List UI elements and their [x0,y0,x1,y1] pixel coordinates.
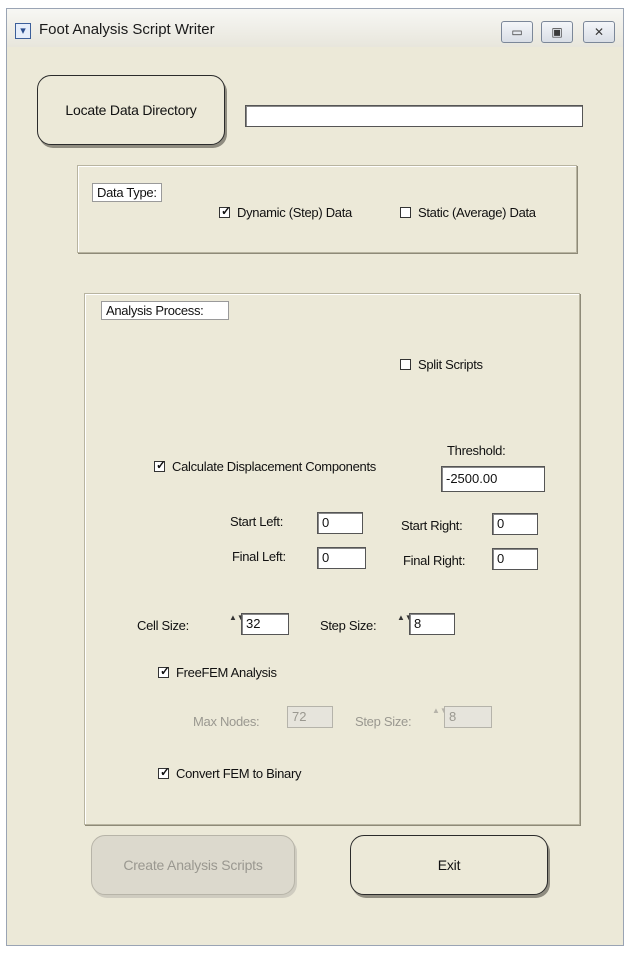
step-size-input[interactable]: 8 [409,613,455,635]
checkbox-box [400,359,411,370]
cell-size-spinner-icon[interactable]: ▲▼ [229,613,245,635]
start-right-label: Start Right: [401,518,463,533]
checkbox-box [400,207,411,218]
close-button[interactable]: ✕ [583,21,615,43]
app-icon: ▾ [15,23,31,39]
exit-button[interactable]: Exit [350,835,548,895]
final-right-input[interactable]: 0 [492,548,538,570]
checkbox-box: ✓ [158,765,170,779]
step-size-label: Step Size: [320,618,377,633]
final-right-label: Final Right: [403,553,466,568]
checkbox-box: ✓ [158,664,170,678]
fem-step-size-label: Step Size: [355,714,412,729]
start-left-input[interactable]: 0 [317,512,363,534]
final-left-input[interactable]: 0 [317,547,366,569]
locate-data-directory-button[interactable]: Locate Data Directory [37,75,225,145]
fem-step-size-spinner-icon[interactable]: ▲▼ [432,706,448,728]
convert-binary-label: Convert FEM to Binary [176,766,302,781]
check-icon: ✓ [221,204,231,218]
convert-binary-checkbox[interactable]: ✓ Convert FEM to Binary [158,765,302,781]
static-data-label: Static (Average) Data [418,205,536,220]
freefem-label: FreeFEM Analysis [176,665,277,680]
main-window: ▾ Foot Analysis Script Writer ▭ ▣ ✕ Loca… [6,8,624,946]
dynamic-data-label: Dynamic (Step) Data [237,205,352,220]
title-bar: ▾ Foot Analysis Script Writer ▭ ▣ ✕ [7,9,623,47]
cell-size-label: Cell Size: [137,618,189,633]
check-icon: ✓ [156,458,166,472]
check-icon: ✓ [160,765,170,779]
maximize-button[interactable]: ▣ [541,21,573,43]
checkbox-box: ✓ [154,458,166,472]
dynamic-data-checkbox[interactable]: ✓ Dynamic (Step) Data [219,204,352,220]
threshold-input[interactable]: -2500.00 [441,466,545,492]
data-directory-input[interactable] [245,105,583,127]
analysis-process-label: Analysis Process: [101,301,229,320]
final-left-label: Final Left: [232,549,286,564]
minimize-button[interactable]: ▭ [501,21,533,43]
freefem-checkbox[interactable]: ✓ FreeFEM Analysis [158,664,277,680]
window-title: Foot Analysis Script Writer [39,21,215,38]
static-data-checkbox[interactable]: Static (Average) Data [400,205,536,220]
cell-size-input[interactable]: 32 [241,613,289,635]
checkbox-box: ✓ [219,204,231,218]
threshold-label: Threshold: [447,443,506,458]
max-nodes-label: Max Nodes: [193,714,260,729]
displacement-label: Calculate Displacement Components [172,459,376,474]
create-analysis-scripts-button[interactable]: Create Analysis Scripts [91,835,295,895]
check-icon: ✓ [160,664,170,678]
split-scripts-label: Split Scripts [418,357,483,372]
start-right-input[interactable]: 0 [492,513,538,535]
fem-step-size-input[interactable]: 8 [444,706,492,728]
data-type-label: Data Type: [92,183,162,202]
split-scripts-checkbox[interactable]: Split Scripts [400,357,483,372]
start-left-label: Start Left: [230,514,284,529]
max-nodes-input[interactable]: 72 [287,706,333,728]
displacement-checkbox[interactable]: ✓ Calculate Displacement Components [154,458,376,474]
step-size-spinner-icon[interactable]: ▲▼ [397,613,413,635]
